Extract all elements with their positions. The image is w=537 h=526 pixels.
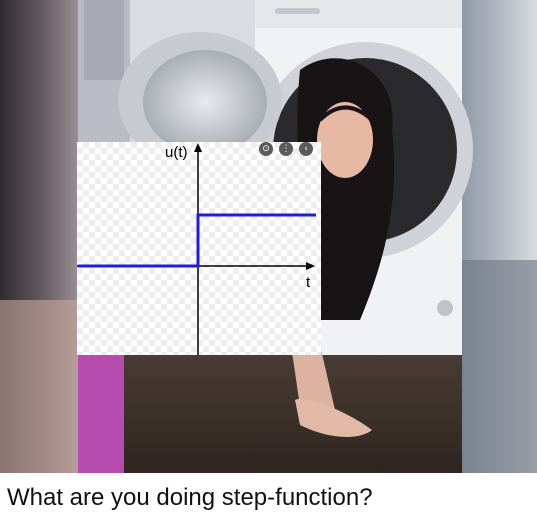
zoom-icon[interactable]: ⊙ <box>259 142 273 156</box>
x-axis-label: t <box>306 274 311 291</box>
step-function-graph: u(t) t ⊙ ⋮ ‹ <box>77 142 321 355</box>
step-function-line <box>78 213 316 268</box>
y-axis-arrow <box>194 143 202 152</box>
graph-canvas: u(t) t <box>77 143 316 355</box>
back-icon[interactable]: ‹ <box>299 142 313 156</box>
caption-text: What are you doing step-function? <box>7 484 373 511</box>
more-icon[interactable]: ⋮ <box>279 142 293 156</box>
x-axis-arrow <box>306 262 315 270</box>
y-axis-label: u(t) <box>165 144 188 161</box>
